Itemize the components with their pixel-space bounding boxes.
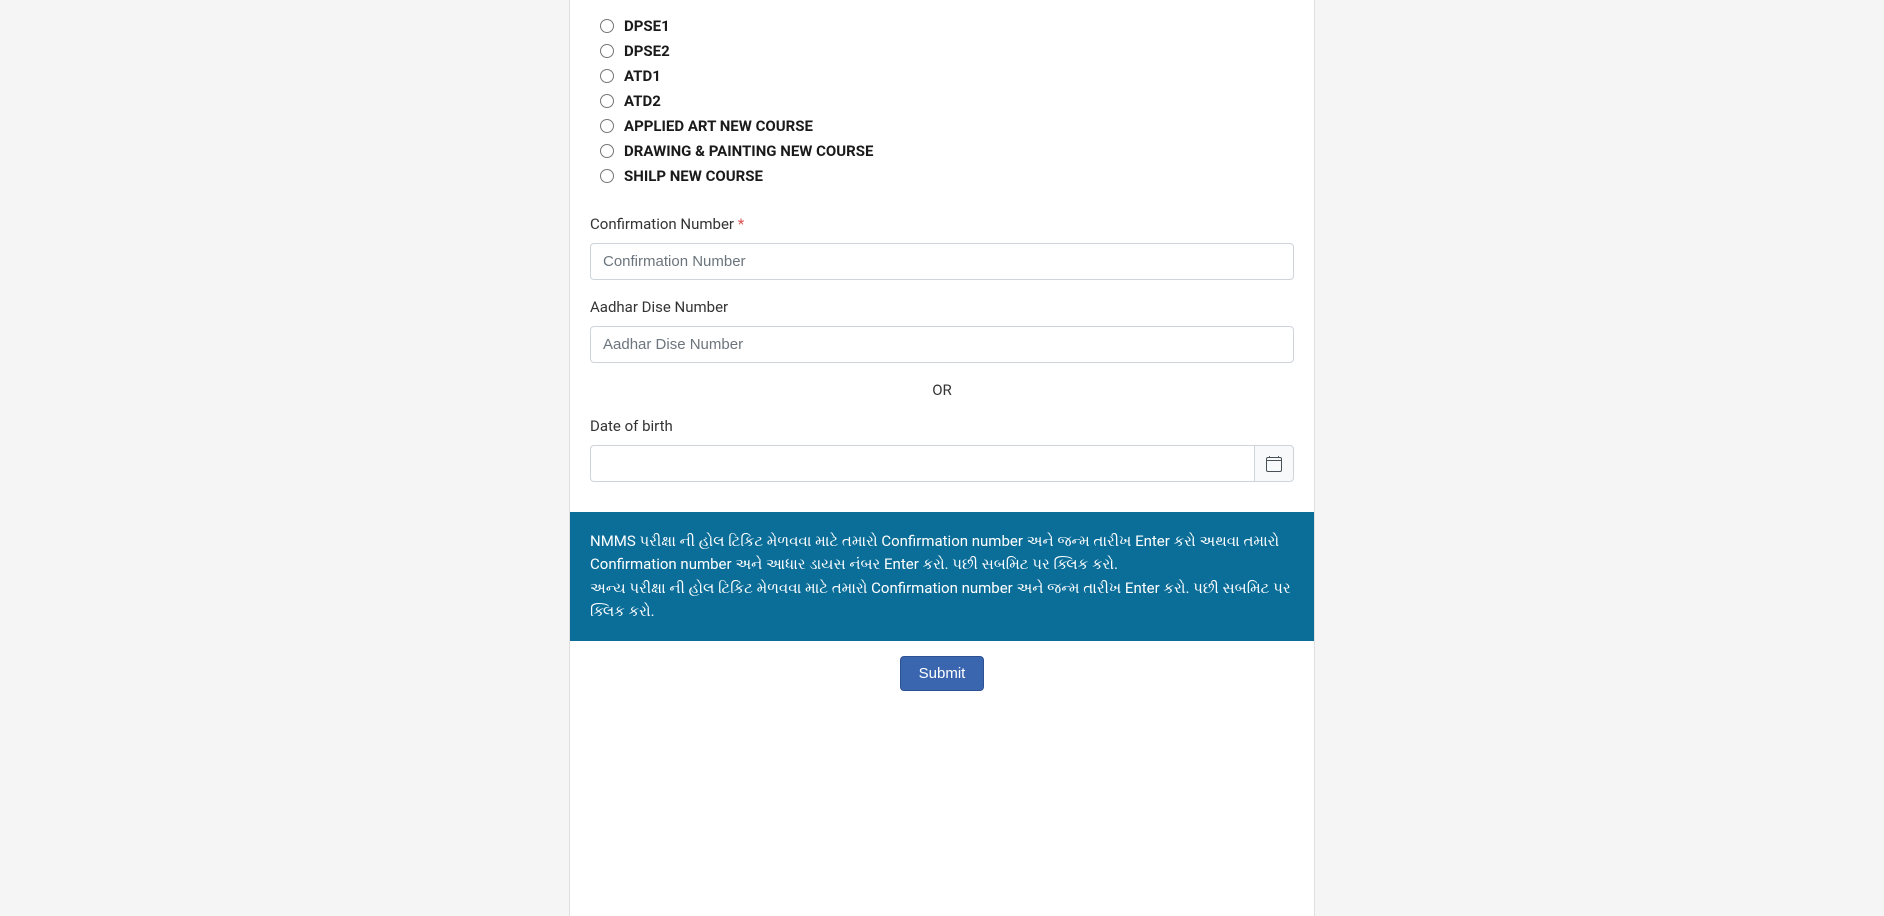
course-radio-group: DPSE1 DPSE2 ATD1 ATD2 APPLIED ART NEW CO… <box>590 17 1294 185</box>
radio-item-dpse1[interactable]: DPSE1 <box>590 17 1294 35</box>
radio-item-atd1[interactable]: ATD1 <box>590 67 1294 85</box>
calendar-icon <box>1266 456 1282 472</box>
confirmation-label: Confirmation Number * <box>590 215 1294 233</box>
aadhar-label: Aadhar Dise Number <box>590 298 1294 316</box>
radio-label-atd2[interactable]: ATD2 <box>624 92 661 110</box>
radio-shilp[interactable] <box>600 169 614 183</box>
or-divider: OR <box>590 381 1294 399</box>
submit-button[interactable]: Submit <box>900 656 985 691</box>
dob-label: Date of birth <box>590 417 1294 435</box>
radio-item-atd2[interactable]: ATD2 <box>590 92 1294 110</box>
form-container: DPSE1 DPSE2 ATD1 ATD2 APPLIED ART NEW CO… <box>569 0 1315 916</box>
info-banner: NMMS પરીક્ષા ની હોલ ટિકિટ મેળવવા માટે તમ… <box>570 512 1314 641</box>
radio-dpse2[interactable] <box>600 44 614 58</box>
confirmation-label-text: Confirmation Number <box>590 215 734 233</box>
aadhar-input[interactable] <box>590 326 1294 363</box>
radio-label-applied-art[interactable]: APPLIED ART NEW COURSE <box>624 117 813 135</box>
required-mark: * <box>738 215 744 233</box>
radio-atd1[interactable] <box>600 69 614 83</box>
radio-item-applied-art[interactable]: APPLIED ART NEW COURSE <box>590 117 1294 135</box>
radio-drawing-painting[interactable] <box>600 144 614 158</box>
radio-label-dpse1[interactable]: DPSE1 <box>624 17 670 35</box>
radio-label-shilp[interactable]: SHILP NEW COURSE <box>624 167 763 185</box>
calendar-button[interactable] <box>1254 445 1294 482</box>
radio-atd2[interactable] <box>600 94 614 108</box>
radio-item-drawing-painting[interactable]: DRAWING & PAINTING NEW COURSE <box>590 142 1294 160</box>
form-content: DPSE1 DPSE2 ATD1 ATD2 APPLIED ART NEW CO… <box>570 17 1314 482</box>
radio-applied-art[interactable] <box>600 119 614 133</box>
submit-wrapper: Submit <box>570 656 1314 691</box>
aadhar-group: Aadhar Dise Number <box>590 298 1294 363</box>
radio-item-shilp[interactable]: SHILP NEW COURSE <box>590 167 1294 185</box>
confirmation-input[interactable] <box>590 243 1294 280</box>
radio-dpse1[interactable] <box>600 19 614 33</box>
radio-item-dpse2[interactable]: DPSE2 <box>590 42 1294 60</box>
dob-input[interactable] <box>590 445 1254 482</box>
radio-label-drawing-painting[interactable]: DRAWING & PAINTING NEW COURSE <box>624 142 873 160</box>
date-input-group <box>590 445 1294 482</box>
radio-label-dpse2[interactable]: DPSE2 <box>624 42 670 60</box>
confirmation-group: Confirmation Number * <box>590 215 1294 280</box>
dob-group: Date of birth <box>590 417 1294 482</box>
radio-label-atd1[interactable]: ATD1 <box>624 67 661 85</box>
